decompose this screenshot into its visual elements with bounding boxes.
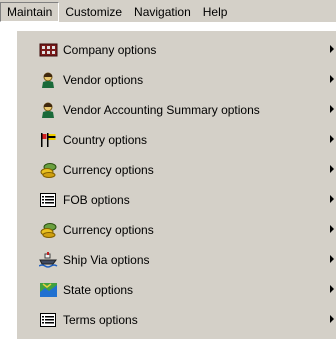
menu-item-state-options[interactable]: State options — [17, 275, 336, 305]
submenu-arrow-icon — [330, 105, 334, 113]
ship-icon — [39, 252, 58, 268]
menu-item-label: Company options — [63, 43, 157, 57]
menu-help[interactable]: Help — [197, 2, 234, 22]
menu-item-terms-options[interactable]: Terms options — [17, 305, 336, 335]
list-box-icon — [39, 192, 58, 208]
menu-maintain[interactable]: Maintain — [0, 1, 60, 22]
vendor-icon — [39, 102, 58, 118]
submenu-arrow-icon — [330, 255, 334, 263]
submenu-arrow-icon — [330, 285, 334, 293]
currency-coins-icon — [39, 222, 58, 238]
menu-item-label: Vendor Accounting Summary options — [63, 103, 260, 117]
map-icon — [39, 282, 58, 298]
submenu-arrow-icon — [330, 195, 334, 203]
menu-item-ship-via-options[interactable]: Ship Via options — [17, 245, 336, 275]
menu-item-vendor-options[interactable]: Vendor options — [17, 65, 336, 95]
menu-item-company-options[interactable]: Company options — [17, 35, 336, 65]
menu-item-country-options[interactable]: Country options — [17, 125, 336, 155]
menu-customize[interactable]: Customize — [59, 2, 128, 22]
menu-item-currency-options[interactable]: Currency options — [17, 155, 336, 185]
country-flags-icon — [39, 132, 58, 148]
menu-item-label: Terms options — [63, 313, 138, 327]
submenu-arrow-icon — [330, 75, 334, 83]
menu-item-currency-options-2[interactable]: Currency options — [17, 215, 336, 245]
menu-bar: Maintain Customize Navigation Help — [0, 0, 336, 22]
currency-coins-icon — [39, 162, 58, 178]
menu-item-label: Vendor options — [63, 73, 144, 87]
list-box-icon — [39, 312, 58, 328]
company-icon — [39, 42, 58, 58]
menu-item-label: FOB options — [63, 193, 130, 207]
submenu-arrow-icon — [330, 225, 334, 233]
menu-item-fob-options[interactable]: FOB options — [17, 185, 336, 215]
maintain-dropdown-menu: Company options Vendor options Vendor Ac… — [16, 30, 336, 339]
vendor-icon — [39, 72, 58, 88]
menu-item-label: State options — [63, 283, 134, 297]
menu-item-vendor-accounting-summary-options[interactable]: Vendor Accounting Summary options — [17, 95, 336, 125]
menu-item-label: Currency options — [63, 223, 154, 237]
menu-item-label: Ship Via options — [63, 253, 150, 267]
menu-item-label: Currency options — [63, 163, 154, 177]
submenu-arrow-icon — [330, 135, 334, 143]
submenu-arrow-icon — [330, 165, 334, 173]
submenu-arrow-icon — [330, 45, 334, 53]
submenu-arrow-icon — [330, 315, 334, 323]
menu-navigation[interactable]: Navigation — [128, 2, 197, 22]
menu-item-label: Country options — [63, 133, 148, 147]
